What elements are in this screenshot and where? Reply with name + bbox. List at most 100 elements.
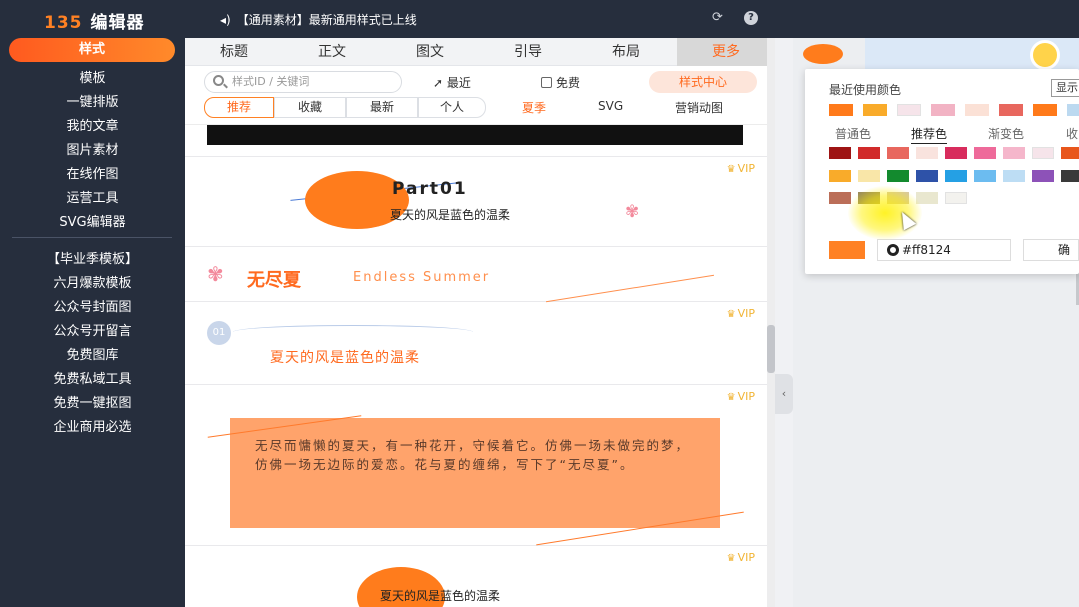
sidebar-item-online-design[interactable]: 在线作图 — [0, 163, 185, 182]
crown-icon: ♛ — [726, 553, 736, 564]
confirm-button[interactable]: 确 — [1023, 239, 1079, 261]
card-subtitle: 夏天的风是蓝色的温柔 — [390, 208, 511, 222]
subtab-personal[interactable]: 个人 — [418, 97, 486, 118]
color-swatch[interactable] — [887, 147, 909, 159]
sidebar-item-my-articles[interactable]: 我的文章 — [0, 115, 185, 134]
help-icon[interactable]: ? — [744, 11, 758, 25]
checkbox-icon — [541, 77, 552, 88]
sidebar-item-svg-editor[interactable]: SVG编辑器 — [0, 211, 185, 230]
sidebar-item-cover-image[interactable]: 公众号封面图 — [0, 296, 185, 315]
crown-icon: ♛ — [726, 392, 736, 403]
color-swatch[interactable] — [945, 192, 967, 204]
color-swatch[interactable] — [1061, 170, 1079, 182]
free-filter[interactable]: 免费 — [541, 74, 580, 91]
color-swatch[interactable] — [863, 104, 887, 116]
collapse-panel-button[interactable]: ‹ — [775, 374, 793, 414]
recent-filter[interactable]: ➚ 最近 — [433, 74, 471, 91]
subtab-recommend[interactable]: 推荐 — [204, 97, 274, 118]
tab-layout[interactable]: 布局 — [577, 38, 675, 66]
decor-circle — [803, 44, 843, 64]
tab-guide[interactable]: 引导 — [479, 38, 577, 66]
flower-icon: ✾ — [207, 262, 224, 286]
style-center-button[interactable]: 样式中心 — [649, 71, 757, 93]
scrollbar[interactable] — [767, 38, 775, 607]
color-swatch[interactable] — [1003, 170, 1025, 182]
color-swatch[interactable] — [829, 170, 851, 182]
tab-body[interactable]: 正文 — [283, 38, 381, 66]
style-card[interactable]: ♛ VIP 无尽而慵懒的夏天，有一种花开，守候着它。仿佛一场未做完的梦，仿佛一场无… — [185, 386, 775, 546]
announcement[interactable]: ◂) 【通用素材】最新通用样式已上线 — [220, 11, 417, 28]
sidebar-item-styles[interactable]: 样式 — [9, 38, 175, 62]
refresh-icon[interactable]: ⟳ — [712, 10, 723, 25]
color-swatch[interactable] — [1067, 104, 1079, 116]
tab-gradient-colors[interactable]: 渐变色 — [988, 125, 1024, 142]
app-title: 编辑器 — [90, 13, 145, 33]
sidebar-item-templates[interactable]: 模板 — [0, 67, 185, 86]
color-swatch[interactable] — [829, 147, 851, 159]
card-title: 夏天的风是蓝色的温柔 — [380, 589, 501, 603]
subtab-marketing-gif[interactable]: 营销动图 — [675, 99, 723, 116]
color-swatch[interactable] — [945, 147, 967, 159]
color-swatch[interactable] — [829, 104, 853, 116]
sidebar: 样式 模板 一键排版 我的文章 图片素材 在线作图 运营工具 SVG编辑器 【毕… — [0, 38, 185, 607]
color-swatch[interactable] — [974, 147, 996, 159]
color-swatch[interactable] — [1033, 104, 1057, 116]
color-swatch[interactable] — [916, 147, 938, 159]
tab-image-text[interactable]: 图文 — [381, 38, 479, 66]
style-card[interactable]: ♛ VIP 01 夏天的风是蓝色的温柔 — [185, 303, 775, 385]
scrollbar-thumb[interactable] — [767, 325, 775, 373]
color-swatch[interactable] — [1032, 147, 1054, 159]
color-swatch[interactable] — [945, 170, 967, 182]
top-bar: 135 编辑器 ◂) 【通用素材】最新通用样式已上线 ⟳ ? — [0, 0, 1079, 38]
tab-recommended-colors[interactable]: 推荐色 — [911, 125, 948, 144]
style-card[interactable]: ✾ 无尽夏 Endless Summer — [185, 248, 775, 303]
category-tabs: 标题 正文 图文 引导 布局 更多 — [185, 38, 775, 66]
sidebar-item-graduation-templates[interactable]: 【毕业季模板】 — [0, 248, 185, 267]
display-select[interactable]: 显示 — [1051, 79, 1079, 97]
vip-badge: ♛ VIP — [726, 390, 755, 403]
subtab-latest[interactable]: 最新 — [346, 97, 418, 118]
color-swatch[interactable] — [1032, 170, 1054, 182]
style-card[interactable]: ♛ VIP Part01 夏天的风是蓝色的温柔 ✾ — [185, 158, 775, 247]
color-swatch[interactable] — [897, 104, 921, 116]
tab-more[interactable]: 更多 — [677, 38, 775, 66]
sidebar-item-free-cutout[interactable]: 免费一键抠图 — [0, 392, 185, 411]
color-picker-popup: 最近使用颜色 显示 普通色 推荐色 渐变色 收 #ff8124 确 — [805, 69, 1079, 274]
eyedropper-icon[interactable] — [887, 244, 899, 256]
tab-title[interactable]: 标题 — [185, 38, 283, 66]
card-title: 无尽夏 — [247, 270, 301, 291]
color-swatch[interactable] — [931, 104, 955, 116]
color-swatch[interactable] — [1003, 147, 1025, 159]
color-swatch[interactable] — [965, 104, 989, 116]
style-preview-image — [207, 125, 743, 145]
flower-icon: ✾ — [625, 202, 640, 222]
color-swatch[interactable] — [1061, 147, 1079, 159]
sidebar-item-june-hot-templates[interactable]: 六月爆款模板 — [0, 272, 185, 291]
sidebar-item-image-assets[interactable]: 图片素材 — [0, 139, 185, 158]
current-color-swatch[interactable] — [829, 241, 865, 259]
subtab-summer[interactable]: 夏季 — [522, 99, 546, 116]
color-swatch[interactable] — [887, 170, 909, 182]
sidebar-item-open-comments[interactable]: 公众号开留言 — [0, 320, 185, 339]
sidebar-item-free-gallery[interactable]: 免费图库 — [0, 344, 185, 363]
sidebar-item-one-click-layout[interactable]: 一键排版 — [0, 91, 185, 110]
tab-favorites-colors[interactable]: 收 — [1066, 125, 1078, 142]
color-swatch[interactable] — [916, 170, 938, 182]
pin-icon: ➚ — [433, 76, 444, 90]
color-swatch[interactable] — [858, 147, 880, 159]
sidebar-item-ops-tools[interactable]: 运营工具 — [0, 187, 185, 206]
subtab-favorites[interactable]: 收藏 — [274, 97, 346, 118]
tab-normal-colors[interactable]: 普通色 — [835, 125, 871, 142]
color-swatch[interactable] — [858, 170, 880, 182]
style-card[interactable] — [185, 125, 775, 157]
card-title: 夏天的风是蓝色的温柔 — [270, 350, 420, 366]
color-swatch[interactable] — [974, 170, 996, 182]
subtab-svg[interactable]: SVG — [598, 99, 623, 113]
search-input[interactable]: 样式ID / 关键词 — [204, 71, 402, 93]
app-logo[interactable]: 135 编辑器 — [44, 8, 145, 33]
style-card[interactable]: ♛ VIP 夏天的风是蓝色的温柔 — [185, 547, 775, 607]
color-swatch[interactable] — [999, 104, 1023, 116]
color-swatch[interactable] — [829, 192, 851, 204]
sidebar-item-enterprise[interactable]: 企业商用必选 — [0, 416, 185, 435]
sidebar-item-free-private-tools[interactable]: 免费私域工具 — [0, 368, 185, 387]
